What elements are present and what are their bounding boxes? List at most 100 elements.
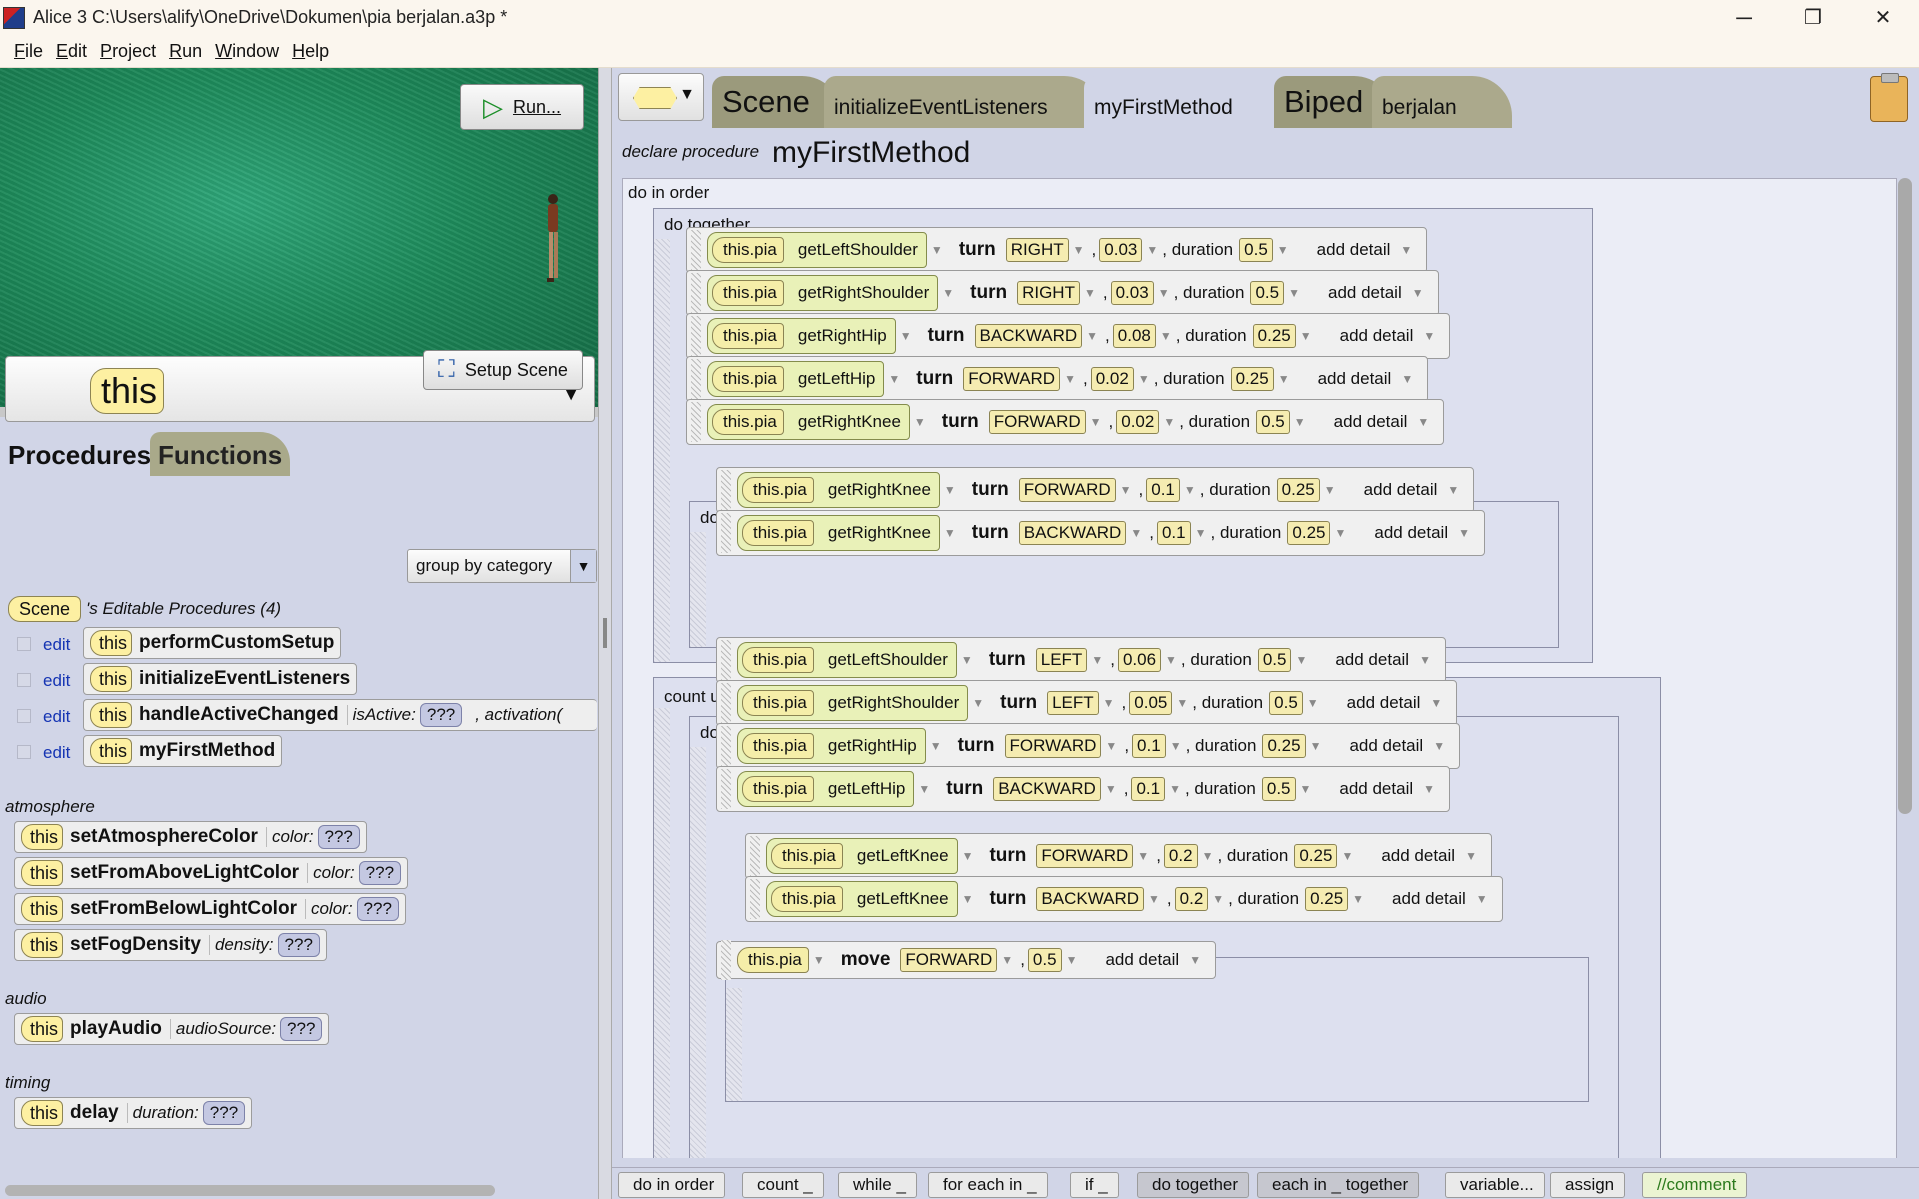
param-value[interactable]: ??? — [356, 897, 399, 921]
param-value[interactable]: ??? — [277, 933, 320, 957]
duration-value[interactable]: 0.5 — [1239, 238, 1273, 262]
add-detail-button[interactable]: add detail — [1334, 326, 1420, 346]
direction-value[interactable]: LEFT — [1047, 691, 1099, 715]
dropdown-arrow-icon[interactable]: ▼ — [1001, 953, 1013, 967]
amount-value[interactable]: 0.5 — [1027, 948, 1062, 972]
turn-statement[interactable]: this.pia getRightKnee ▼ turn FORWARD ▼, 0.02 ▼,… — [686, 399, 1445, 445]
tab-my-first-method[interactable]: myFirstMethod — [1084, 76, 1254, 128]
turn-statement[interactable]: this.pia getLeftHip ▼ turn FORWARD ▼, 0.02 ▼, d… — [686, 356, 1429, 402]
direction-value[interactable]: RIGHT — [1017, 281, 1080, 305]
dropdown-arrow-icon[interactable]: ▼ — [1300, 329, 1312, 343]
dropdown-arrow-icon[interactable]: ▼ — [1423, 329, 1435, 343]
dropdown-arrow-icon[interactable]: ▼ — [1465, 849, 1477, 863]
dropdown-arrow-icon[interactable]: ▼ — [1165, 653, 1177, 667]
tab-initialize-event-listeners[interactable]: initializeEventListeners — [824, 76, 1104, 128]
amount-value[interactable]: 0.06 — [1117, 648, 1162, 672]
add-detail-button[interactable]: add detail — [1368, 523, 1454, 543]
getter-expression[interactable]: this.pia getLeftHip — [707, 361, 885, 397]
dropdown-arrow-icon[interactable]: ▼ — [1458, 526, 1470, 540]
pia-character[interactable] — [542, 190, 562, 290]
dropdown-arrow-icon[interactable]: ▼ — [1158, 286, 1170, 300]
edit-link[interactable]: edit — [43, 635, 70, 655]
dropdown-arrow-icon[interactable]: ▼ — [930, 739, 942, 753]
edit-link[interactable]: edit — [43, 707, 70, 727]
getter-expression[interactable]: this.pia getLeftShoulder — [707, 232, 927, 268]
dropdown-arrow-icon[interactable]: ▼ — [1120, 483, 1132, 497]
tool-count[interactable]: count _ — [742, 1172, 824, 1198]
dropdown-arrow-icon[interactable]: ▼ — [1169, 782, 1181, 796]
turn-statement[interactable]: this.pia getLeftKnee ▼ turn FORWARD ▼, 0.2 ▼, d… — [745, 833, 1492, 879]
edit-link[interactable]: edit — [43, 743, 70, 763]
menu-window[interactable]: Window — [215, 41, 279, 62]
duration-value[interactable]: 0.25 — [1294, 844, 1338, 868]
duration-value[interactable]: 0.5 — [1269, 691, 1303, 715]
amount-value[interactable]: 0.02 — [1090, 367, 1134, 391]
procedure-perform-custom-setup[interactable]: this performCustomSetup — [83, 627, 342, 659]
dropdown-arrow-icon[interactable]: ▼ — [1430, 696, 1442, 710]
dropdown-arrow-icon[interactable]: ▼ — [972, 696, 984, 710]
tab-scene-class[interactable]: Scene — [712, 76, 842, 128]
tab-functions[interactable]: Functions — [150, 432, 290, 476]
add-detail-button[interactable]: add detail — [1358, 480, 1444, 500]
dropdown-arrow-icon[interactable]: ▼ — [1090, 415, 1102, 429]
turn-statement[interactable]: this.pia getLeftShoulder ▼ turn LEFT ▼, 0.06 ▼,… — [716, 637, 1446, 683]
getter-expression[interactable]: this.pia getLeftHip — [737, 771, 915, 807]
dropdown-arrow-icon[interactable]: ▼ — [888, 372, 900, 386]
dropdown-arrow-icon[interactable]: ▼ — [962, 849, 974, 863]
turn-statement[interactable]: this.pia getLeftKnee ▼ turn BACKWARD ▼, 0.2 ▼, … — [745, 876, 1503, 922]
duration-value[interactable]: 0.25 — [1276, 478, 1320, 502]
close-button[interactable]: ✕ — [1853, 0, 1913, 35]
turn-statement[interactable]: this.pia getLeftHip ▼ turn BACKWARD ▼, 0.1 ▼, d… — [716, 766, 1451, 812]
dropdown-arrow-icon[interactable]: ▼ — [813, 953, 825, 967]
tool-comment[interactable]: //comment — [1642, 1172, 1748, 1198]
direction-value[interactable]: BACKWARD — [974, 324, 1083, 348]
add-detail-button[interactable]: add detail — [1328, 412, 1414, 432]
param-value[interactable]: ??? — [317, 825, 360, 849]
amount-value[interactable]: 0.05 — [1129, 691, 1173, 715]
dropdown-arrow-icon[interactable]: ▼ — [1334, 526, 1346, 540]
getter-expression[interactable]: this.pia getRightKnee — [737, 472, 940, 508]
getter-expression[interactable]: this.pia getRightHip — [707, 318, 896, 354]
procedure-initialize-event-listeners[interactable]: this initializeEventListeners — [83, 663, 358, 695]
procedure-play-audio[interactable]: this playAudio audioSource:??? — [14, 1013, 330, 1045]
add-detail-button[interactable]: add detail — [1312, 369, 1398, 389]
dropdown-arrow-icon[interactable]: ▼ — [1277, 243, 1289, 257]
run-button[interactable]: ▷ Run... — [460, 84, 584, 130]
dropdown-arrow-icon[interactable]: ▼ — [1401, 372, 1413, 386]
object-chip[interactable]: this.pia — [737, 947, 809, 973]
minimize-button[interactable]: ─ — [1714, 0, 1774, 35]
duration-value[interactable]: 0.5 — [1261, 777, 1296, 801]
param-value[interactable]: ??? — [419, 703, 463, 727]
getter-expression[interactable]: this.pia getLeftShoulder — [737, 642, 957, 678]
dropdown-arrow-icon[interactable]: ▼ — [1352, 892, 1364, 906]
dropdown-arrow-icon[interactable]: ▼ — [900, 329, 912, 343]
tool-do-together[interactable]: do together — [1137, 1172, 1250, 1198]
add-detail-button[interactable]: add detail — [1099, 950, 1185, 970]
dropdown-arrow-icon[interactable]: ▼ — [1066, 953, 1078, 967]
amount-value[interactable]: 0.08 — [1112, 324, 1156, 348]
dropdown-arrow-icon[interactable]: ▼ — [1423, 782, 1435, 796]
dropdown-arrow-icon[interactable]: ▼ — [1184, 483, 1196, 497]
procedure-checkbox[interactable] — [17, 745, 31, 759]
dropdown-arrow-icon[interactable]: ▼ — [1417, 415, 1429, 429]
tool-while[interactable]: while _ — [838, 1172, 917, 1198]
direction-value[interactable]: FORWARD — [1036, 844, 1134, 868]
getter-expression[interactable]: this.pia getRightShoulder — [737, 685, 969, 721]
dropdown-arrow-icon[interactable]: ▼ — [1086, 329, 1098, 343]
edit-link[interactable]: edit — [43, 671, 70, 691]
amount-value[interactable]: 0.1 — [1156, 521, 1191, 545]
pane-divider[interactable] — [598, 68, 612, 1199]
dropdown-arrow-icon[interactable]: ▼ — [1163, 415, 1175, 429]
dropdown-arrow-icon[interactable]: ▼ — [1170, 739, 1182, 753]
procedure-set-from-above-light-color[interactable]: this setFromAboveLightColor color:??? — [14, 857, 409, 889]
amount-value[interactable]: 0.2 — [1174, 887, 1209, 911]
direction-value[interactable]: BACKWARD — [1018, 521, 1127, 545]
dropdown-arrow-icon[interactable]: ▼ — [1137, 849, 1149, 863]
tab-berjalan[interactable]: berjalan — [1372, 76, 1512, 128]
dropdown-arrow-icon[interactable]: ▼ — [962, 892, 974, 906]
procedure-checkbox[interactable] — [17, 673, 31, 687]
clipboard-icon[interactable] — [1870, 73, 1908, 122]
dropdown-arrow-icon[interactable]: ▼ — [1341, 849, 1353, 863]
tool-for-each-in[interactable]: for each in _ — [928, 1172, 1048, 1198]
do-in-order-block[interactable]: do in order do together do in order coun… — [622, 178, 1897, 1158]
